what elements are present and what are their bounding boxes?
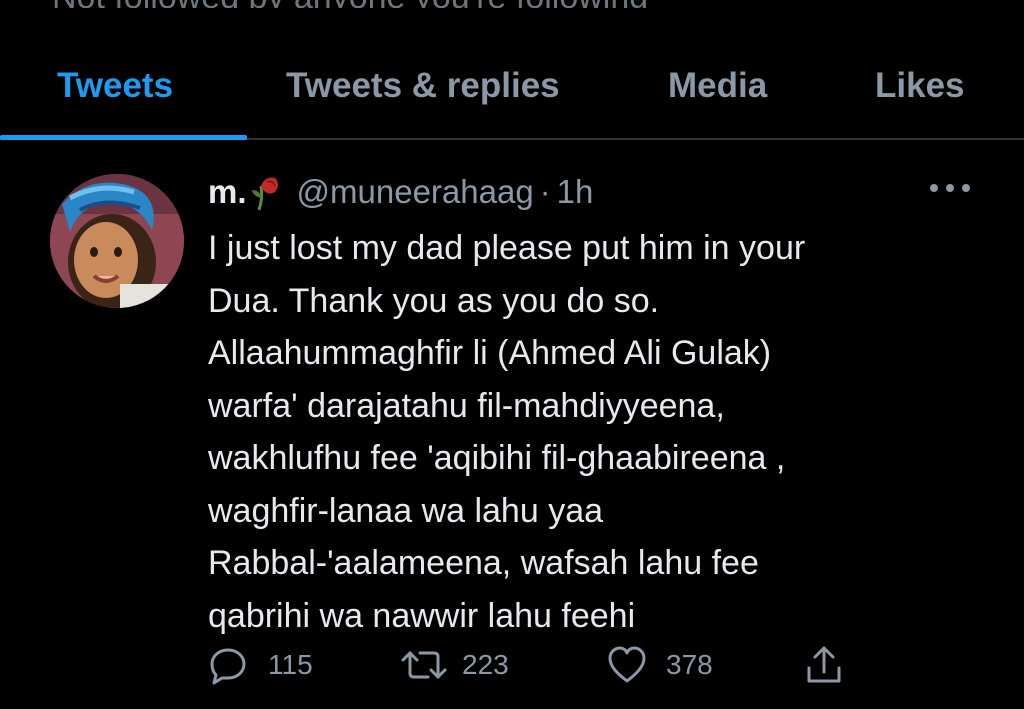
tab-tweets[interactable]: Tweets [57, 66, 173, 106]
tweet-text-line: Allaahummaghfir li (Ahmed Ali Gulak) [208, 334, 772, 372]
tab-tweets-and-replies[interactable]: Tweets & replies [286, 66, 560, 106]
like-button[interactable]: 378 [606, 640, 713, 690]
tweet-header: m. @muneerahaag · 1h [208, 170, 593, 214]
tweet-text-line: wakhlufhu fee 'aqibihi fil-ghaabireena , [208, 439, 786, 477]
tweet-text: I just lost my dad please put him in you… [208, 222, 988, 642]
tab-media[interactable]: Media [668, 66, 767, 106]
tweet-text-line: Rabbal-'aalameena, wafsah lahu fee [208, 544, 759, 582]
share-button[interactable] [804, 640, 844, 690]
tweet-text-line: waghfir-lanaa wa lahu yaa [208, 491, 604, 530]
tweet-text-line: qabrihi wa nawwir lahu feehi [208, 596, 636, 635]
tweet-text-line: I just lost my dad please put him in you… [208, 229, 806, 267]
like-count: 378 [666, 649, 713, 680]
heart-icon [608, 646, 646, 683]
retweet-count: 223 [462, 649, 509, 680]
profile-tabs: Tweets Tweets & replies Media Likes [0, 40, 1024, 140]
display-name[interactable]: m. [208, 173, 247, 211]
reply-button[interactable]: 115 [208, 640, 313, 690]
more-icon[interactable] [930, 178, 970, 198]
separator-dot: · [539, 173, 551, 210]
reply-icon [210, 648, 246, 685]
profile-follow-context: Not followed by anyone you're following [0, 0, 1024, 8]
share-icon [807, 646, 841, 683]
retweet-icon [401, 651, 447, 679]
tweet[interactable]: m. @muneerahaag · 1h I just lost my dad … [0, 140, 1024, 709]
reply-count: 115 [268, 649, 313, 680]
retweet-button[interactable]: 223 [400, 640, 509, 690]
tab-likes[interactable]: Likes [875, 66, 965, 106]
tweet-text-line: Dua. Thank you as you do so. [208, 281, 660, 320]
user-handle[interactable]: @muneerahaag [297, 173, 534, 211]
tweet-actions: 115 223 378 [208, 640, 868, 690]
tweet-timestamp[interactable]: 1h [557, 173, 594, 211]
avatar[interactable] [50, 174, 184, 308]
tweet-text-line: warfa' darajatahu fil-mahdiyyeena, [208, 386, 725, 425]
wilted-rose-icon [249, 172, 283, 212]
